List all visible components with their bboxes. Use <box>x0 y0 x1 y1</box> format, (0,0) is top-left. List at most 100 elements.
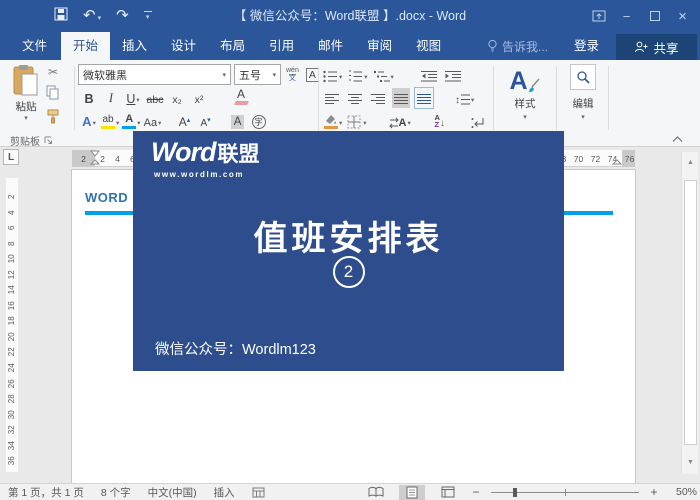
asian-layout-label: A <box>398 116 407 129</box>
format-painter-button[interactable] <box>46 109 60 127</box>
asian-layout-button[interactable]: A ▾ <box>388 111 411 131</box>
right-indent-marker[interactable] <box>612 159 622 167</box>
sort-button[interactable]: A Z ↓ <box>431 111 449 131</box>
strikethrough-button[interactable]: abc <box>146 88 164 108</box>
shrink-font-button[interactable]: A ▾ <box>197 111 215 131</box>
cut-button[interactable]: ✂ <box>48 65 58 79</box>
increase-indent-button[interactable] <box>444 65 462 85</box>
scroll-up-arrow[interactable]: ▲ <box>682 154 699 170</box>
tab-design[interactable]: 设计 <box>159 32 208 60</box>
tab-layout[interactable]: 布局 <box>208 32 257 60</box>
ribbon-display-options-button[interactable] <box>591 8 606 24</box>
zoom-slider-thumb[interactable] <box>513 487 518 497</box>
tab-references[interactable]: 引用 <box>257 32 306 60</box>
styles-button[interactable]: A 样式 ▾ <box>498 62 552 121</box>
close-button[interactable]: × <box>675 8 690 25</box>
customize-qat-button[interactable]: ▾ <box>143 11 152 21</box>
minimize-button[interactable]: − <box>619 8 634 24</box>
tab-insert[interactable]: 插入 <box>110 32 159 60</box>
align-center-button[interactable] <box>346 88 364 108</box>
print-layout-button[interactable] <box>399 484 425 500</box>
zoom-in-button[interactable]: + <box>649 485 659 499</box>
tab-home[interactable]: 开始 <box>61 32 111 60</box>
web-layout-button[interactable] <box>435 485 461 500</box>
highlight-button[interactable]: ab ▾ <box>101 111 119 131</box>
tab-review[interactable]: 审阅 <box>355 32 404 60</box>
insert-mode-indicator[interactable]: 插入 <box>214 485 235 500</box>
hanging-indent-marker[interactable] <box>90 159 100 167</box>
italic-button[interactable]: I <box>102 88 120 108</box>
first-line-indent-marker[interactable] <box>90 150 100 157</box>
align-right-icon <box>370 93 385 104</box>
vertical-ruler[interactable]: 2 4 6 8 10 12 14 16 18 20 22 24 26 28 30 32 34 36 <box>6 178 18 472</box>
subscript-button[interactable]: x₂ <box>168 88 186 108</box>
ruler-number: 30 <box>7 409 17 419</box>
line-spacing-button[interactable]: ↕ ▾ <box>455 88 474 108</box>
copy-button[interactable] <box>46 85 60 103</box>
scrollbar-thumb[interactable] <box>684 180 697 445</box>
numbering-button[interactable]: ▾ <box>348 65 368 85</box>
maximize-button[interactable] <box>647 8 662 24</box>
save-icon <box>54 7 68 20</box>
enclose-characters-button[interactable]: 字 <box>250 111 268 131</box>
bullets-button[interactable]: ▾ <box>323 65 342 85</box>
underline-button[interactable]: U ▾ <box>124 88 142 108</box>
align-left-button[interactable] <box>323 88 341 108</box>
grow-font-label: A <box>178 114 187 129</box>
ruler-number: 76 <box>624 153 635 164</box>
change-case-button[interactable]: Aa ▾ <box>144 111 162 131</box>
tab-file[interactable]: 文件 <box>8 32 61 60</box>
vertical-ruler-numbers: 2 4 6 8 10 12 14 16 18 20 22 24 26 28 30 32 34 36 <box>6 189 18 469</box>
vertical-scrollbar[interactable]: ▲ ▼ <box>681 152 698 474</box>
distribute-button[interactable] <box>414 86 434 109</box>
show-marks-button[interactable] <box>469 111 487 131</box>
grow-font-button[interactable]: A ▴ <box>176 111 194 131</box>
overlay-title: 值班安排表 <box>253 220 444 258</box>
shading-button[interactable]: ▾ <box>323 111 342 131</box>
font-name-combo[interactable]: 微软雅黑 ▾ <box>78 64 231 85</box>
tab-mailings[interactable]: 邮件 <box>306 32 355 60</box>
undo-button[interactable]: ↶ ▾ <box>83 7 101 25</box>
scroll-down-arrow[interactable]: ▼ <box>682 454 699 470</box>
zoom-out-button[interactable]: − <box>471 485 481 499</box>
read-mode-button[interactable] <box>363 485 389 500</box>
language-indicator[interactable]: 中文(中国) <box>148 485 197 500</box>
superscript-button[interactable]: x² <box>190 88 208 108</box>
bold-button[interactable]: B <box>80 88 98 108</box>
ruler-number: 32 <box>7 425 17 435</box>
zoom-slider[interactable] <box>491 487 639 498</box>
word-count[interactable]: 8 个字 <box>101 485 131 500</box>
collapse-ribbon-button[interactable] <box>672 134 683 146</box>
tab-view[interactable]: 视图 <box>404 32 453 60</box>
phonetic-guide-button[interactable]: wén 文 <box>284 65 301 85</box>
justify-button[interactable] <box>392 87 410 108</box>
font-size-value: 五号 <box>239 69 261 82</box>
align-right-button[interactable] <box>369 88 387 108</box>
page-indicator[interactable]: 第 1 页，共 1 页 <box>8 485 84 500</box>
redo-button[interactable]: ↷ <box>116 7 129 25</box>
macro-record-icon[interactable] <box>252 487 265 498</box>
group-divider <box>556 66 557 130</box>
zoom-level[interactable]: 50% <box>669 486 697 498</box>
share-button[interactable]: 共享 <box>616 34 697 60</box>
tell-me-box[interactable]: 告诉我... <box>487 32 548 60</box>
dialog-launcher-icon[interactable] <box>44 136 53 145</box>
borders-caret: ▾ <box>363 119 367 127</box>
login-button[interactable]: 登录 <box>574 32 599 60</box>
tab-stop-selector[interactable]: L <box>3 149 19 165</box>
ruler-number: 2 <box>7 194 17 200</box>
clear-formatting-button[interactable]: A <box>232 88 250 108</box>
decrease-indent-button[interactable] <box>420 65 438 85</box>
borders-button[interactable]: ▾ <box>347 111 367 131</box>
text-effects-button[interactable]: A ▾ <box>80 111 98 131</box>
editing-button[interactable]: 编辑 ▾ <box>561 62 605 121</box>
font-color-button[interactable]: A ▾ <box>122 111 141 131</box>
font-size-combo[interactable]: 五号 ▾ <box>234 64 281 85</box>
format-painter-icon <box>47 109 59 124</box>
paste-button[interactable]: 粘贴 ▾ <box>6 64 46 130</box>
highlight-label: ab <box>102 113 114 125</box>
undo-dropdown-caret[interactable]: ▾ <box>98 15 102 22</box>
character-shading-button[interactable]: A <box>229 111 247 131</box>
save-button[interactable] <box>54 7 68 26</box>
multilevel-list-button[interactable]: ▾ <box>373 65 394 85</box>
